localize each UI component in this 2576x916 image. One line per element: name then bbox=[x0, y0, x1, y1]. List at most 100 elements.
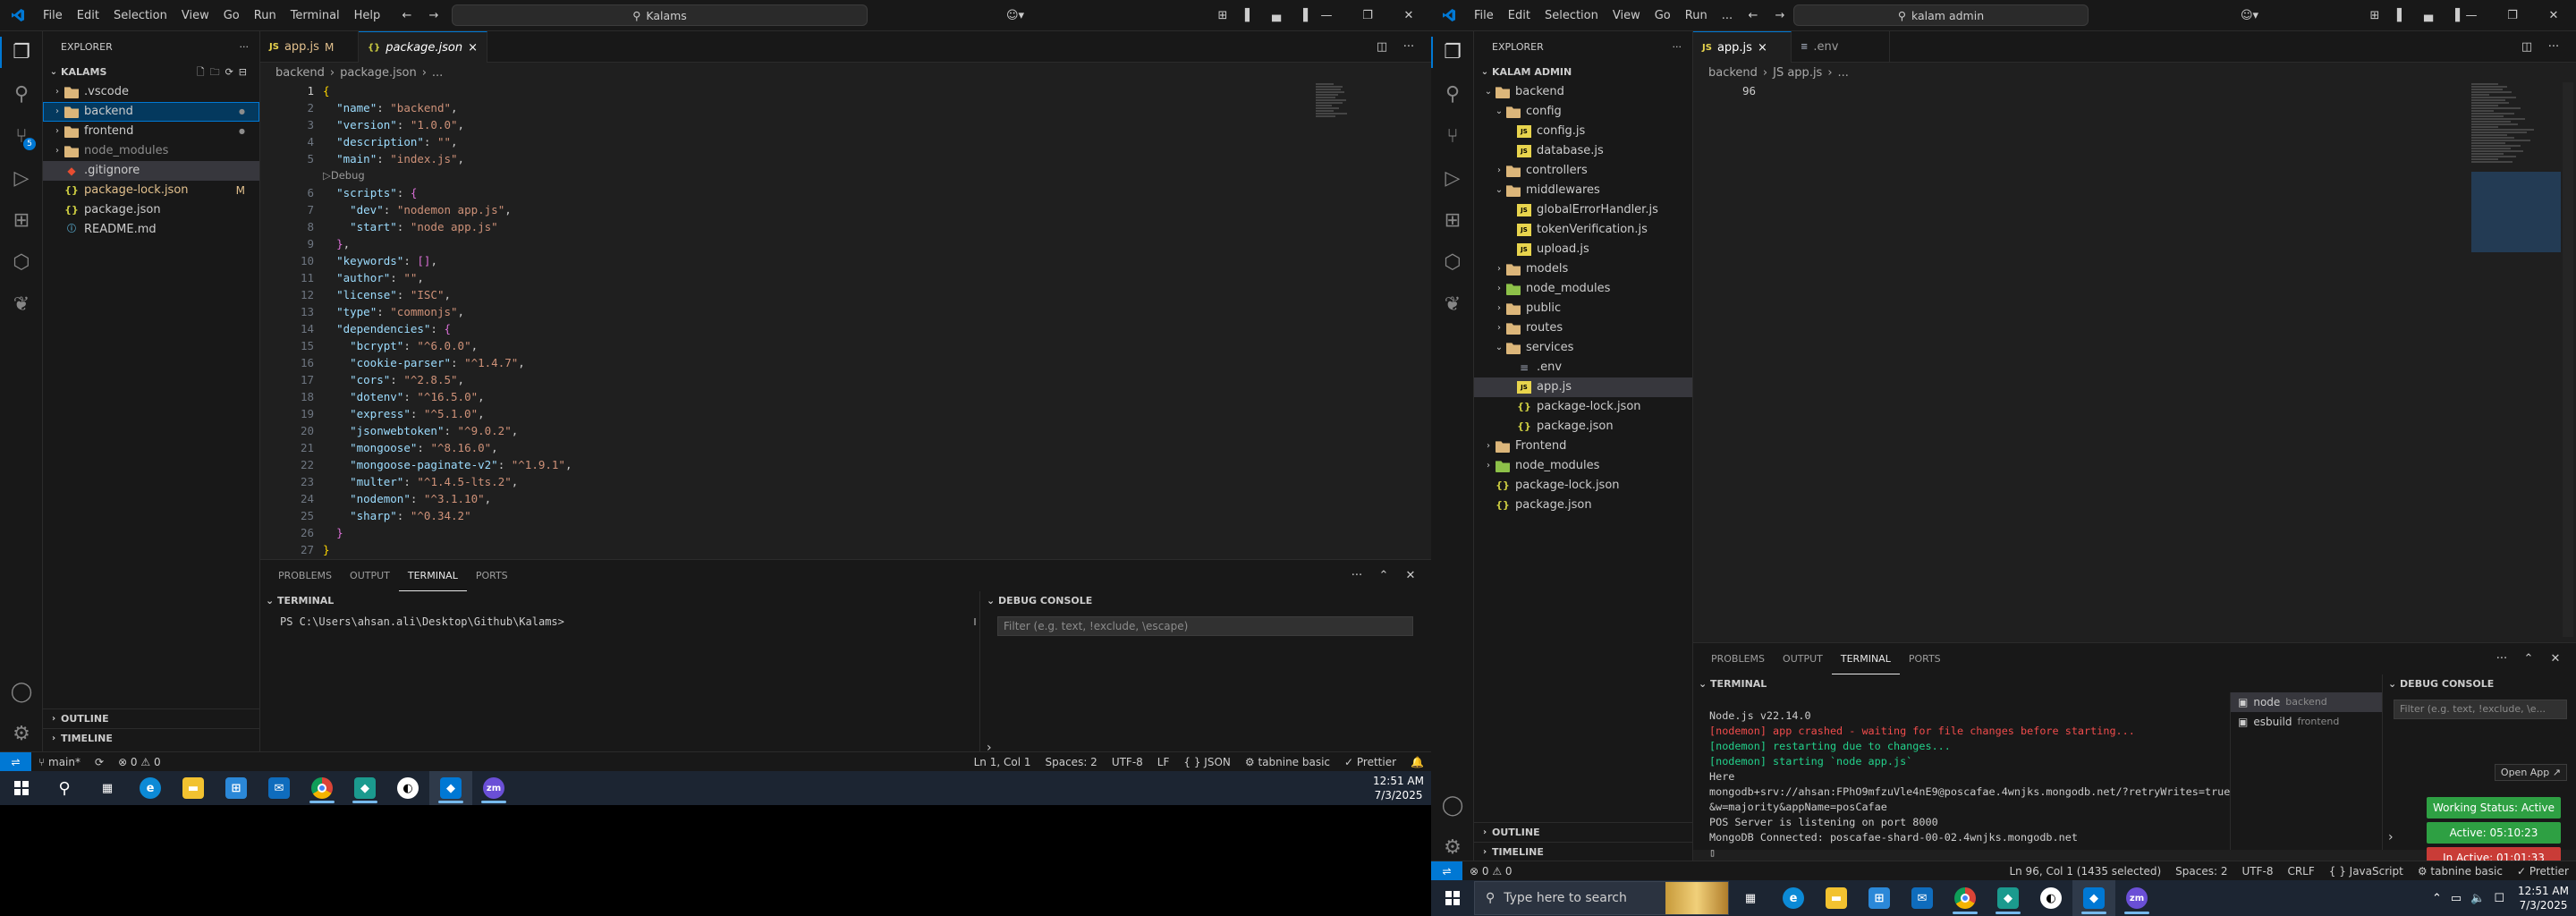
minimize-icon[interactable]: — bbox=[1306, 9, 1347, 22]
tree-item-models[interactable]: › models bbox=[1474, 259, 1692, 279]
debug-codelens[interactable]: ▷Debug bbox=[323, 167, 572, 184]
menu-help[interactable]: Help bbox=[347, 9, 388, 22]
store-icon[interactable]: ⊞ bbox=[1858, 880, 1901, 916]
tree-item-frontend[interactable]: › frontend ● bbox=[43, 122, 259, 141]
task-view-icon[interactable]: ▦ bbox=[86, 771, 129, 805]
breadcrumb-item[interactable]: package.json bbox=[340, 66, 417, 80]
app-icon[interactable]: ◐ bbox=[2029, 880, 2072, 916]
minimap[interactable] bbox=[2471, 82, 2561, 252]
network-icon[interactable]: ▭ bbox=[2451, 892, 2462, 905]
tree-item-node-modules[interactable]: › node_modules bbox=[1474, 279, 1692, 299]
copilot-icon[interactable]: ☺▾ bbox=[2236, 0, 2263, 31]
tab-app-js[interactable]: JS app.js M bbox=[260, 31, 359, 63]
tabnine-status[interactable]: ⚙ tabnine basic bbox=[2411, 865, 2510, 878]
minimap[interactable] bbox=[1316, 82, 1369, 127]
source-control-icon[interactable]: ⑂ bbox=[1431, 115, 1474, 157]
menu-run[interactable]: Run bbox=[247, 9, 284, 22]
open-app-button[interactable]: Open App ↗ bbox=[2494, 764, 2567, 781]
tree-item-services[interactable]: ⌄ services bbox=[1474, 338, 1692, 358]
customize-layout-icon[interactable]: ⊞ bbox=[2361, 9, 2388, 22]
terminal-pane[interactable]: ⌄ TERMINAL PS C:\Users\ahsan.ali\Desktop… bbox=[260, 591, 980, 760]
prettier-status[interactable]: ✓ Prettier bbox=[1337, 756, 1403, 768]
start-windows-icon[interactable] bbox=[0, 771, 43, 805]
outline-section[interactable]: › OUTLINE bbox=[43, 708, 259, 728]
toggle-sidebar-icon[interactable]: ▌ bbox=[2388, 9, 2415, 22]
vscode-taskbar-icon[interactable]: ◆ bbox=[429, 771, 472, 805]
explorer-icon[interactable]: ❐ bbox=[0, 31, 43, 73]
command-center[interactable]: ⚲ Kalams bbox=[452, 4, 868, 26]
menu-view[interactable]: View bbox=[174, 9, 216, 22]
panel-tab-output[interactable]: OUTPUT bbox=[1774, 643, 1832, 674]
tree-item-public[interactable]: › public bbox=[1474, 299, 1692, 318]
vscode-insiders-icon[interactable]: ◆ bbox=[1987, 880, 2029, 916]
more-actions-icon[interactable]: ··· bbox=[1673, 31, 1682, 63]
problems-indicator[interactable]: ⊗ 0 ⚠ 0 bbox=[111, 756, 168, 768]
restore-icon[interactable]: ❐ bbox=[2492, 9, 2533, 22]
menu-selection[interactable]: Selection bbox=[1538, 9, 1606, 22]
status-pill-1[interactable]: Active: 05:10:23 bbox=[2427, 822, 2561, 844]
chevron-up-icon[interactable]: ⌃ bbox=[2432, 892, 2442, 905]
cursor-position[interactable]: Ln 96, Col 1 (1435 selected) bbox=[2002, 865, 2168, 878]
store-icon[interactable]: ⊞ bbox=[215, 771, 258, 805]
menu-file[interactable]: File bbox=[36, 9, 70, 22]
tree-item-package-lock-json[interactable]: {} package-lock.json bbox=[1474, 476, 1692, 496]
menu-run[interactable]: Run bbox=[1678, 9, 1715, 22]
close-icon[interactable]: ✕ bbox=[2533, 9, 2574, 22]
more-actions-icon[interactable]: ··· bbox=[2488, 652, 2515, 666]
mongodb-icon[interactable]: ❦ bbox=[1431, 284, 1474, 326]
tab-env[interactable]: ≡ .env bbox=[1792, 31, 1890, 63]
tree-item-app-js[interactable]: JS app.js bbox=[1474, 377, 1692, 397]
menu-terminal[interactable]: Terminal bbox=[284, 9, 347, 22]
remote-explorer-icon[interactable]: ⬡ bbox=[0, 242, 43, 284]
account-icon[interactable]: ◯ bbox=[0, 671, 43, 713]
menu-go[interactable]: Go bbox=[1648, 9, 1678, 22]
taskbar-search-box[interactable]: ⚲ Type here to search bbox=[1474, 881, 1729, 915]
split-editor-icon[interactable]: ◫ bbox=[1368, 40, 1395, 54]
language-mode[interactable]: { } JSON bbox=[1176, 756, 1237, 768]
tree-item-package-json[interactable]: {} package.json bbox=[43, 200, 259, 220]
extensions-icon[interactable]: ⊞ bbox=[0, 199, 43, 242]
search-icon[interactable]: ⚲ bbox=[43, 771, 86, 805]
panel-tab-output[interactable]: OUTPUT bbox=[341, 560, 399, 591]
end-of-line[interactable]: CRLF bbox=[2280, 865, 2321, 878]
command-center[interactable]: ⚲ kalam admin bbox=[1793, 4, 2089, 26]
tree-item-package-lock-json[interactable]: {} package-lock.json M bbox=[43, 181, 259, 200]
panel-tab-problems[interactable]: PROBLEMS bbox=[1702, 643, 1774, 674]
close-icon[interactable]: × bbox=[1758, 41, 1767, 55]
tree-item-package-lock-json[interactable]: {} package-lock.json bbox=[1474, 397, 1692, 417]
tree-item-config-js[interactable]: JS config.js bbox=[1474, 122, 1692, 141]
toggle-sidebar-icon[interactable]: ▌ bbox=[1236, 9, 1263, 22]
source-control-icon[interactable]: ⑂ 5 bbox=[0, 115, 43, 157]
mongodb-icon[interactable]: ❦ bbox=[0, 284, 43, 326]
tree-item-gitignore[interactable]: ◆ .gitignore bbox=[43, 161, 259, 181]
close-panel-icon[interactable]: ✕ bbox=[2542, 652, 2569, 666]
toggle-panel-icon[interactable]: ▄ bbox=[1263, 9, 1290, 22]
cursor-position[interactable]: Ln 1, Col 1 bbox=[967, 756, 1038, 768]
menu-go[interactable]: Go bbox=[216, 9, 247, 22]
notifications-icon[interactable]: 🔔 bbox=[1403, 756, 1431, 768]
debug-filter-input[interactable]: Filter (e.g. text, !exclude, \escape) bbox=[997, 616, 1413, 636]
explorer-icon[interactable]: ❐ bbox=[1431, 31, 1474, 73]
copilot-icon[interactable]: ☺▾ bbox=[1002, 0, 1029, 31]
problems-indicator[interactable]: ⊗ 0 ⚠ 0 bbox=[1462, 865, 1520, 878]
customize-layout-icon[interactable]: ⊞ bbox=[1209, 9, 1236, 22]
tree-item-backend[interactable]: › backend ● bbox=[43, 102, 259, 122]
indentation[interactable]: Spaces: 2 bbox=[1038, 756, 1105, 768]
tree-item-package-json[interactable]: {} package.json bbox=[1474, 417, 1692, 437]
terminal-pane[interactable]: ⌄ TERMINAL Node.js v22.14.0 [nodemon] app… bbox=[1693, 674, 2230, 859]
menu-file[interactable]: File bbox=[1467, 9, 1501, 22]
panel-tab-ports[interactable]: PORTS bbox=[1900, 643, 1950, 674]
code-editor[interactable]: 96 bbox=[1693, 82, 2576, 637]
explorer-actions[interactable]: 🗋🗀⟳⊟ bbox=[197, 63, 259, 82]
tree-item-package-json[interactable]: {} package.json bbox=[1474, 496, 1692, 515]
tree-item-readme-md[interactable]: ⓘ README.md bbox=[43, 220, 259, 240]
tree-item-frontend[interactable]: › Frontend bbox=[1474, 437, 1692, 456]
debug-filter-input[interactable]: Filter (e.g. text, !exclude, \e... bbox=[2394, 700, 2567, 719]
start-windows-icon[interactable] bbox=[1431, 880, 1474, 916]
run-debug-icon[interactable]: ▷ bbox=[0, 157, 43, 199]
maximize-panel-icon[interactable]: ⌃ bbox=[2515, 652, 2542, 666]
breadcrumb-item[interactable]: ... bbox=[432, 66, 443, 80]
tree-item-config[interactable]: ⌄ config bbox=[1474, 102, 1692, 122]
tree-item-backend[interactable]: ⌄ backend bbox=[1474, 82, 1692, 102]
workspace-header[interactable]: ⌄ KALAM ADMIN bbox=[1474, 63, 1692, 82]
